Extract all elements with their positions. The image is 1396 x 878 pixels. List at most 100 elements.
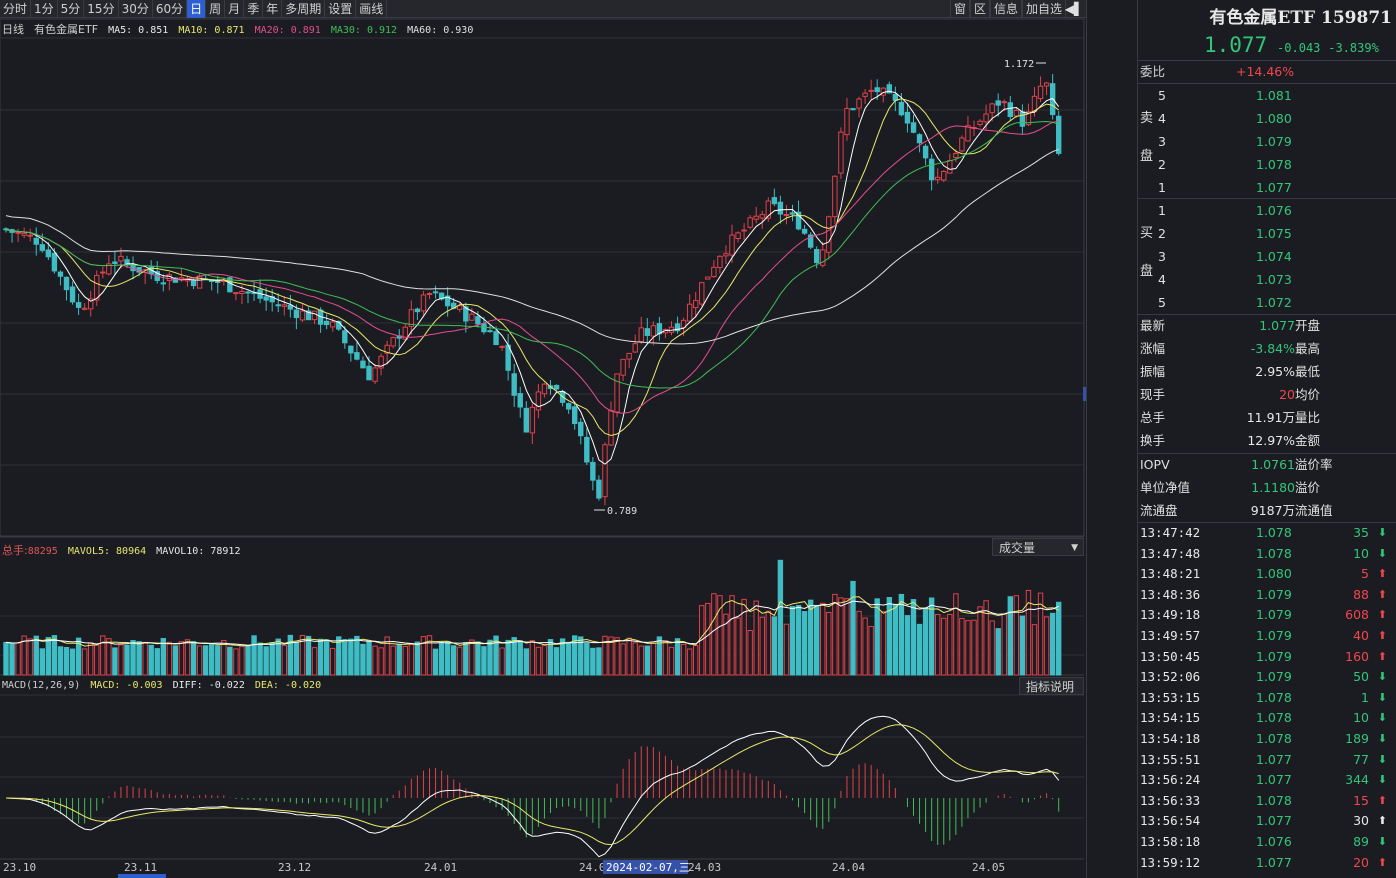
stats-label: 涨幅 [1140, 341, 1166, 356]
tick-price: 1.080 [1256, 566, 1292, 582]
volume-bar [190, 641, 197, 676]
date-tick-label: 24.05 [972, 861, 1005, 874]
buy-level-4[interactable]: 4 1.073 [1138, 268, 1396, 291]
volume-bar [215, 645, 221, 676]
sell-level-3[interactable]: 3 1.079 [1138, 130, 1396, 153]
tick-time: 13:56:54 [1140, 813, 1201, 829]
volume-bar [378, 647, 384, 676]
volume-bar [729, 595, 735, 676]
tick-price: 1.077 [1256, 854, 1292, 870]
arrow-down-icon: ⬇ [1377, 752, 1387, 766]
tick-row: 13:54:15 1.078 10 ⬇ [1138, 708, 1396, 729]
sell-level-2[interactable]: 2 1.078 [1138, 153, 1396, 176]
sell-level-num: 4 [1158, 111, 1166, 126]
sell-level-num: 3 [1158, 134, 1166, 149]
volume-bar [414, 641, 421, 676]
volume-bar [342, 639, 348, 676]
low-label: 0.789 [607, 506, 637, 517]
volume-bar [438, 642, 445, 676]
volume-bar [680, 643, 687, 676]
volume-bar [384, 636, 390, 676]
stats2-label2: 流通值 [1295, 503, 1333, 518]
buy-level-3[interactable]: 3 1.074 [1138, 245, 1396, 268]
volume-bar [221, 640, 227, 676]
volume-bar [650, 642, 657, 676]
candle-body [354, 352, 360, 360]
candle-body [112, 261, 118, 264]
tick-time: 13:54:18 [1140, 731, 1201, 746]
ma10-value: MA10: 0.871 [178, 25, 245, 36]
volume-bar [15, 642, 21, 676]
tick-price: 1.077 [1256, 813, 1292, 829]
kline-legend: 日线 有色金属ETF MA5: 0.851 MA10: 0.871 MA20: … [2, 21, 477, 37]
stats-row: 总手 11.91万 量比 [1138, 406, 1396, 429]
arrow-down-icon: ⬆ [1377, 814, 1387, 828]
volume-bar [487, 639, 493, 676]
buy-level-5[interactable]: 5 1.072 [1138, 291, 1396, 314]
volume-bar [432, 648, 439, 676]
buy-price: 1.075 [1256, 226, 1292, 241]
volume-bar [711, 593, 717, 676]
tick-row: 13:58:18 1.076 89 ⬇ [1138, 832, 1396, 853]
arrow-up-icon: ⬆ [1377, 629, 1387, 642]
volume-bar [118, 644, 124, 676]
volume-bar [269, 642, 275, 676]
volume-bar [239, 645, 245, 676]
volume-bar [184, 639, 191, 676]
candle-body [69, 286, 76, 303]
volume-indicator-dropdown[interactable]: 成交量 ▼ [992, 538, 1084, 556]
sell-level-5[interactable]: 5 1.081 [1138, 84, 1396, 107]
sell-level-1[interactable]: 1 1.077 [1138, 176, 1396, 199]
candle-body [916, 134, 923, 144]
volume-bar [154, 648, 160, 676]
buy-level-1[interactable]: 1 1.076 [1138, 199, 1396, 222]
arrow-down-icon: ⬇ [1377, 526, 1387, 539]
sell-level-4[interactable]: 4 1.080 [1138, 107, 1396, 130]
candle-body [892, 93, 899, 101]
volume-bar [977, 606, 983, 676]
tick-price: 1.078 [1256, 731, 1292, 746]
indicator-help-button[interactable]: 指标说明 [1019, 677, 1084, 695]
volume-bar [632, 642, 638, 676]
candle-body [75, 302, 82, 308]
stats-label2: 均价 [1295, 387, 1321, 402]
tick-volume: 10 [1353, 710, 1369, 726]
candle-body [989, 103, 995, 114]
tick-time: 13:48:21 [1140, 566, 1201, 582]
stats-row: 涨幅 -3.84% 最高 [1138, 337, 1396, 360]
volume-bar [45, 637, 52, 676]
macd-legend: MACD(12,26,9) MACD: -0.003 DIFF: -0.022 … [2, 680, 325, 691]
candle-body [517, 393, 523, 408]
candle-body [801, 228, 808, 234]
security-title: 有色金属ETF 159871 [1209, 8, 1392, 28]
volume-bar [1019, 615, 1026, 676]
volume-bar [686, 648, 693, 676]
candle-body [1043, 82, 1050, 87]
tick-row: 13:47:48 1.078 10 ⬇ [1138, 544, 1396, 565]
buy-level-num: 4 [1158, 272, 1166, 287]
candle-body [360, 360, 366, 369]
date-tick-label: 23.12 [278, 861, 311, 874]
sell-side-label: 卖盘 [1140, 111, 1154, 164]
tick-price: 1.079 [1256, 586, 1292, 602]
price-change: -0.043 [1277, 41, 1321, 55]
candle-body [584, 436, 590, 463]
arrow-up-icon: ⬆ [1377, 567, 1387, 581]
volume-bar [638, 645, 644, 676]
candle-body [862, 92, 868, 97]
candle-body [699, 282, 705, 305]
candle-body [602, 444, 608, 498]
volume-bar [402, 646, 409, 676]
sell-price: 1.081 [1256, 88, 1292, 103]
volume-bar [323, 639, 330, 676]
volume-bar [904, 615, 911, 676]
candle-body [953, 153, 959, 158]
buy-level-2[interactable]: 2 1.075 [1138, 222, 1396, 245]
volume-bar [783, 623, 790, 676]
candle-body [100, 271, 106, 274]
kline-chart[interactable]: 1.1931.1331.0721.0110.9510.8890.82938281… [0, 0, 1086, 878]
volume-label: 总手: [2, 544, 28, 557]
tick-volume: 89 [1353, 834, 1369, 849]
tick-volume: 608 [1345, 607, 1369, 623]
stats-value: 11.91万 [1246, 410, 1295, 425]
